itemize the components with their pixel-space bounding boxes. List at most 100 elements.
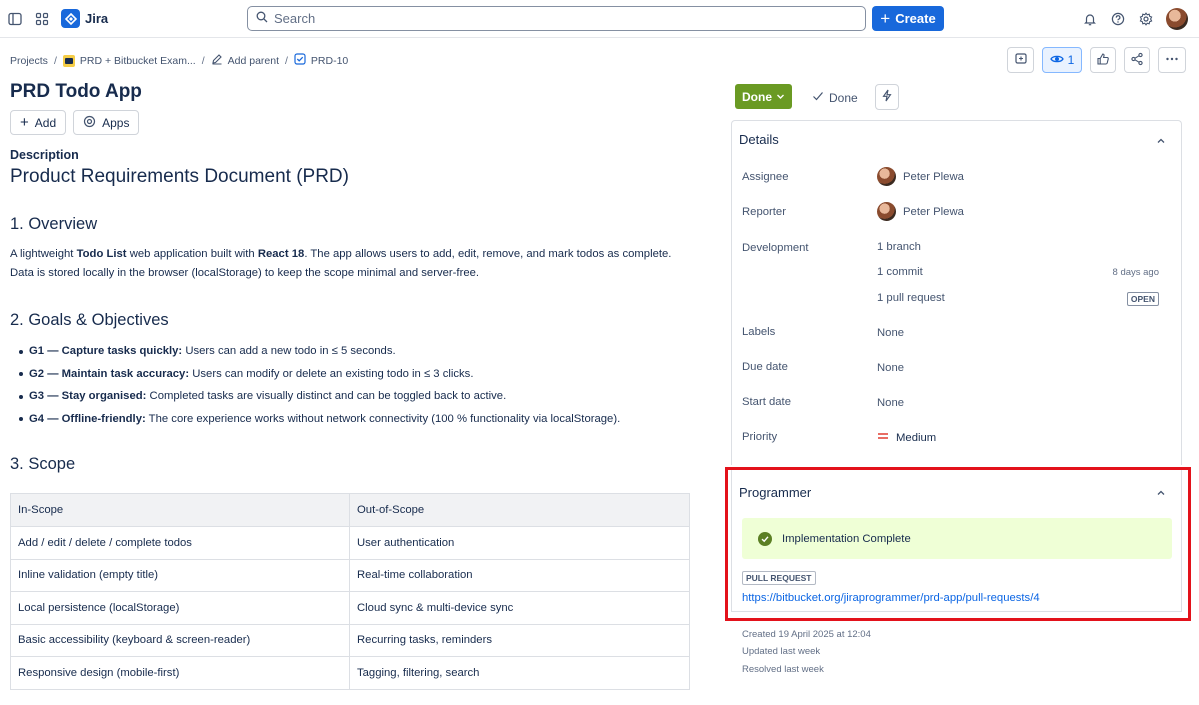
check-circle-icon <box>758 531 772 546</box>
overview-bold: Todo List <box>76 248 127 260</box>
labels-label: Labels <box>742 326 776 338</box>
start-date-value[interactable]: None <box>877 397 904 409</box>
resolution-label: Done <box>829 90 858 105</box>
share-button[interactable] <box>1124 47 1150 73</box>
description-label: Description <box>10 148 79 162</box>
programmer-panel: Programmer Implementation Complete PULL … <box>731 468 1182 612</box>
avatar <box>877 167 896 186</box>
table-cell: Responsive design (mobile-first) <box>10 656 350 690</box>
due-date-value[interactable]: None <box>877 362 904 374</box>
description-heading: Product Requirements Document (PRD) <box>10 166 349 187</box>
goal-text: Users can add a new todo in ≤ 5 seconds. <box>182 345 396 357</box>
reporter-field[interactable]: Peter Plewa <box>877 202 964 221</box>
feedback-button[interactable] <box>1007 47 1034 73</box>
table-row: Responsive design (mobile-first) Tagging… <box>10 656 690 690</box>
commit-time: 8 days ago <box>1112 267 1159 278</box>
plus-icon: + <box>20 114 29 131</box>
search-input[interactable] <box>274 11 854 26</box>
overview-paragraph: A lightweight Todo List web application … <box>10 245 690 283</box>
apps-button[interactable]: Apps <box>73 110 140 135</box>
jira-logo-icon[interactable] <box>61 9 80 28</box>
table-cell: Real-time collaboration <box>349 558 690 592</box>
assignee-label: Assignee <box>742 171 789 183</box>
breadcrumb-issue-key[interactable]: PRD-10 <box>294 53 348 68</box>
breadcrumb: Projects / PRD + Bitbucket Exam... / Add… <box>10 53 348 68</box>
table-cell: Inline validation (empty title) <box>10 558 350 592</box>
top-navigation-bar: Jira + Create <box>0 0 1199 38</box>
chevron-down-icon <box>776 90 785 104</box>
watch-button[interactable]: 1 <box>1042 47 1082 73</box>
due-date-label: Due date <box>742 361 788 373</box>
automation-button[interactable] <box>875 84 899 110</box>
apps-label: Apps <box>102 115 130 130</box>
table-row: Basic accessibility (keyboard & screen-r… <box>10 623 690 657</box>
start-date-label: Start date <box>742 396 791 408</box>
breadcrumb-separator: / <box>53 54 57 67</box>
breadcrumb-projects[interactable]: Projects <box>10 55 48 67</box>
pull-request-url-link[interactable]: https://bitbucket.org/jiraprogrammer/prd… <box>742 592 1040 604</box>
priority-field[interactable]: Medium <box>877 431 936 444</box>
edit-pencil-icon <box>211 53 223 68</box>
details-heading[interactable]: Details <box>739 132 779 147</box>
created-timestamp: Created 19 April 2025 at 12:04 <box>742 629 871 640</box>
help-icon[interactable] <box>1110 11 1126 27</box>
labels-value[interactable]: None <box>877 327 904 339</box>
development-label: Development <box>742 242 809 254</box>
status-dropdown-button[interactable]: Done <box>735 84 792 109</box>
add-parent-button[interactable]: Add parent <box>211 53 279 68</box>
priority-value: Medium <box>896 431 937 444</box>
goal-title: G3 — Stay organised: <box>29 390 147 402</box>
table-cell: Tagging, filtering, search <box>349 656 690 690</box>
add-label: Add <box>34 115 57 130</box>
project-icon <box>62 54 75 67</box>
table-row: Add / edit / delete / complete todos Use… <box>10 526 690 560</box>
chevron-up-icon[interactable] <box>1156 135 1166 149</box>
issue-actions: 1 <box>1007 47 1186 73</box>
user-avatar[interactable] <box>1166 8 1188 30</box>
pull-request-link[interactable]: 1 pull request <box>877 292 945 304</box>
goal-text: Completed tasks are visually distinct an… <box>146 390 507 402</box>
app-switcher-icon[interactable] <box>34 11 50 27</box>
resolution-indicator: Done <box>812 90 858 105</box>
settings-gear-icon[interactable] <box>1138 11 1154 27</box>
add-button[interactable]: + Add <box>10 110 67 135</box>
issue-toolbar: + Add Apps <box>10 110 140 135</box>
table-cell: User authentication <box>349 526 690 560</box>
branch-link[interactable]: 1 branch <box>877 241 921 253</box>
assignee-field[interactable]: Peter Plewa <box>877 167 964 186</box>
watch-count: 1 <box>1067 53 1075 67</box>
task-checkbox-icon <box>294 53 306 68</box>
avatar <box>877 202 896 221</box>
breadcrumb-project-label: PRD + Bitbucket Exam... <box>79 54 196 67</box>
share-icon <box>1130 52 1144 69</box>
updated-timestamp: Updated last week <box>742 646 821 657</box>
sidebar-toggle-icon[interactable] <box>7 11 23 27</box>
issue-key-label: PRD-10 <box>310 54 349 67</box>
feedback-icon <box>1014 52 1028 69</box>
assignee-value: Peter Plewa <box>903 170 964 183</box>
goals-list: G1 — Capture tasks quickly: Users can ad… <box>19 340 620 430</box>
chevron-up-icon[interactable] <box>1156 487 1166 501</box>
breadcrumb-separator: / <box>285 54 288 67</box>
more-actions-button[interactable] <box>1158 47 1186 73</box>
table-header: In-Scope <box>10 493 350 527</box>
thumbs-up-icon <box>1096 52 1110 69</box>
programmer-heading[interactable]: Programmer <box>739 485 811 500</box>
goal-item: G1 — Capture tasks quickly: Users can ad… <box>19 340 620 363</box>
notifications-bell-icon[interactable] <box>1082 11 1098 27</box>
reporter-value: Peter Plewa <box>903 205 964 218</box>
implementation-status-banner: Implementation Complete <box>742 518 1172 559</box>
create-button[interactable]: + Create <box>872 6 944 31</box>
breadcrumb-project[interactable]: PRD + Bitbucket Exam... <box>62 54 196 67</box>
issue-title[interactable]: PRD Todo App <box>10 81 142 103</box>
app-name[interactable]: Jira <box>85 11 108 26</box>
search-box[interactable] <box>247 6 866 31</box>
commit-link[interactable]: 1 commit <box>877 266 923 278</box>
like-button[interactable] <box>1090 47 1116 73</box>
table-cell: Basic accessibility (keyboard & screen-r… <box>10 623 350 657</box>
eye-icon <box>1049 52 1064 69</box>
overview-text: web application built with <box>126 248 258 260</box>
goal-text: The core experience works without networ… <box>145 412 621 425</box>
priority-medium-icon <box>877 431 889 444</box>
table-cell: Local persistence (localStorage) <box>10 591 350 625</box>
